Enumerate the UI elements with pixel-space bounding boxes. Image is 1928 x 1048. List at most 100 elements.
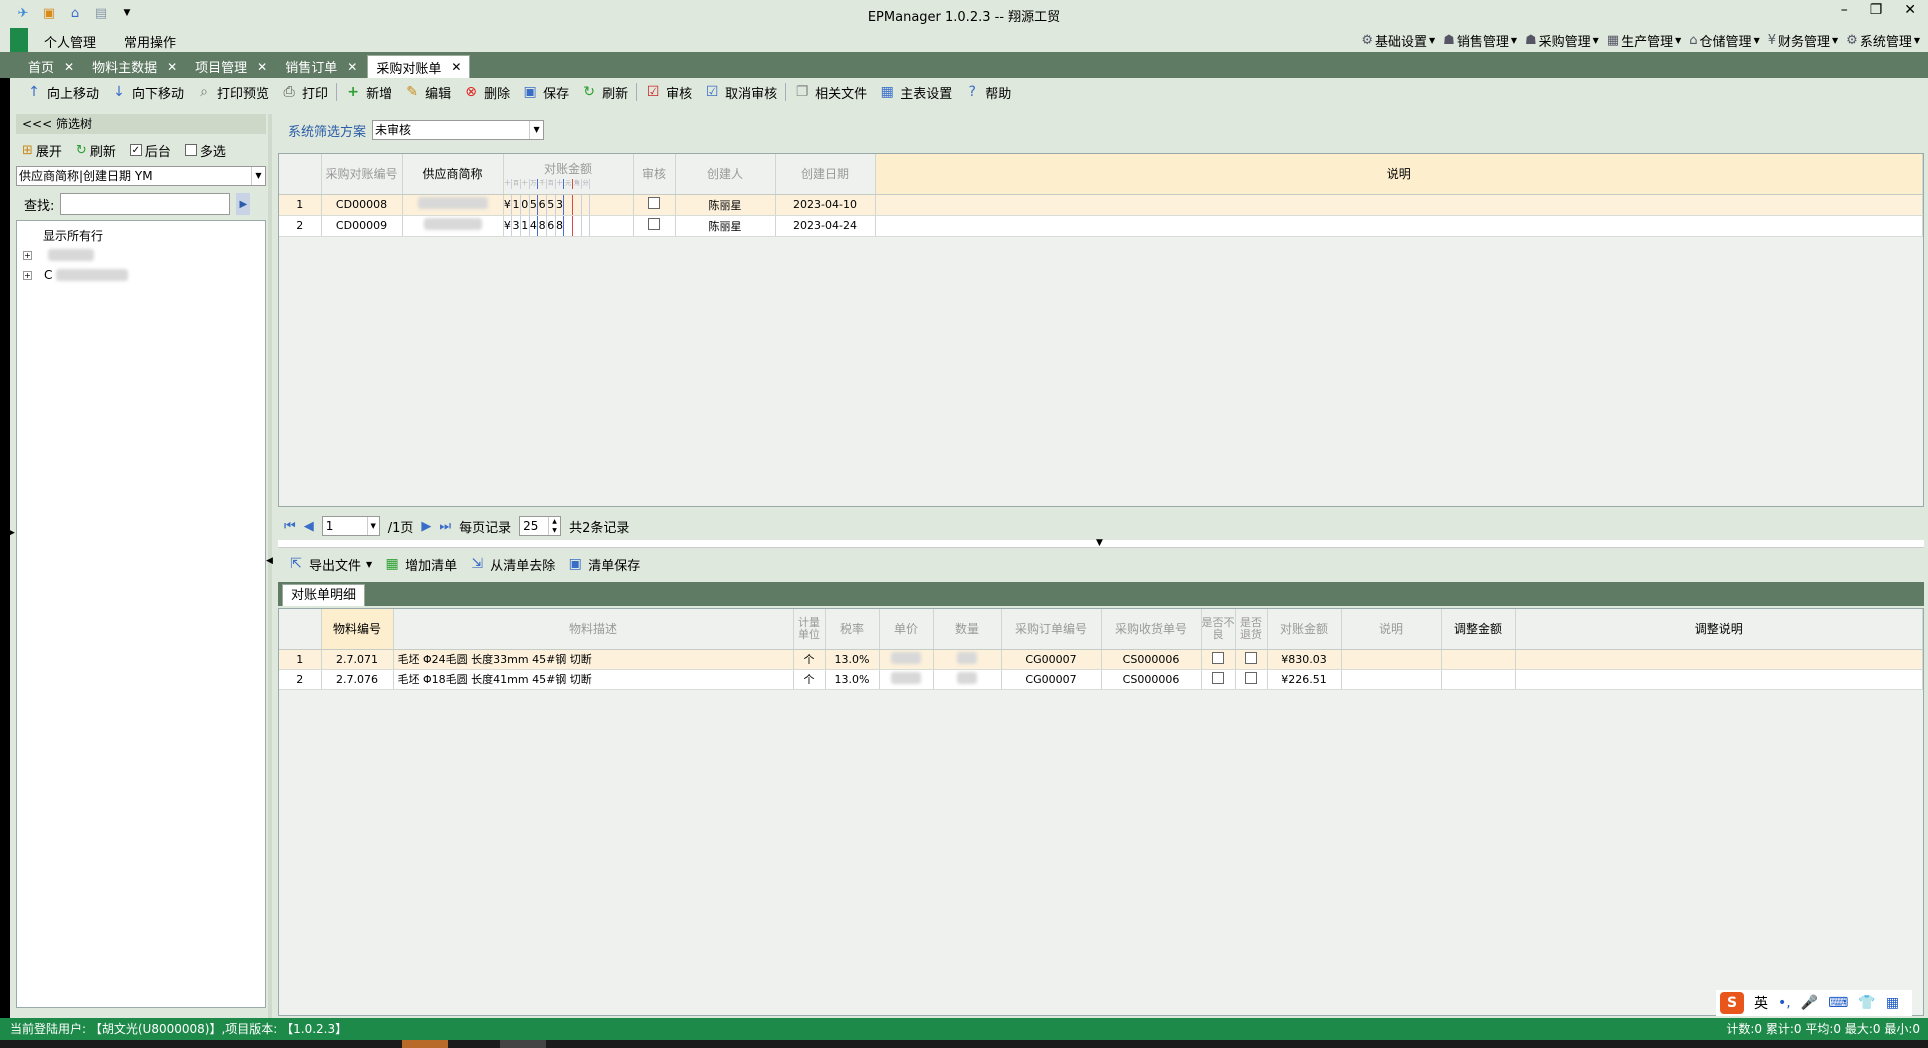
page-number-input[interactable]: 1 ▼ bbox=[321, 516, 380, 536]
cell-supplier[interactable] bbox=[402, 194, 504, 216]
tab-project[interactable]: 项目管理 ✕ bbox=[187, 55, 275, 78]
menu-basic-settings[interactable]: ⚙ 基础设置 ▼ bbox=[1361, 31, 1435, 50]
column-header-date[interactable]: 创建日期 bbox=[775, 154, 876, 195]
cell-defective[interactable] bbox=[1201, 649, 1236, 670]
tree-node[interactable]: + C bbox=[23, 265, 265, 285]
returned-checkbox[interactable] bbox=[1245, 671, 1257, 684]
cell-code[interactable]: 2.7.071 bbox=[321, 649, 394, 670]
add-button[interactable]: + 新增 bbox=[339, 81, 398, 103]
cell-recv-no[interactable]: CS000006 bbox=[1101, 669, 1202, 690]
close-icon[interactable]: ✕ bbox=[451, 60, 461, 74]
cell-returned[interactable] bbox=[1235, 649, 1268, 670]
menu-production[interactable]: ▦ 生产管理 ▼ bbox=[1607, 31, 1681, 50]
cell-tax[interactable]: 13.0% bbox=[825, 649, 880, 670]
cell-date[interactable]: 2023-04-10 bbox=[775, 194, 876, 216]
column-header-unit[interactable]: 计量单位 bbox=[793, 609, 826, 650]
column-header-tax[interactable]: 税率 bbox=[825, 609, 880, 650]
cell-returned[interactable] bbox=[1235, 669, 1268, 690]
column-header-recv-no[interactable]: 采购收货单号 bbox=[1101, 609, 1202, 650]
move-down-button[interactable]: ↓ 向下移动 bbox=[105, 81, 190, 103]
cell-price[interactable] bbox=[879, 649, 934, 670]
audit-checkbox[interactable] bbox=[648, 197, 660, 209]
menu-purchase[interactable]: ☗ 采购管理 ▼ bbox=[1525, 31, 1599, 50]
tab-purchase-statement[interactable]: 采购对账单 ✕ bbox=[367, 55, 471, 78]
chevron-down-icon[interactable]: ▼ bbox=[251, 167, 265, 185]
table-row[interactable]: 1 CD00008 ¥1 0 5 6 5 3 陈丽星 2023-04-10 bbox=[279, 194, 1923, 216]
cancel-audit-button[interactable]: ☑ 取消审核 bbox=[698, 81, 783, 103]
column-header-creator[interactable]: 创建人 bbox=[675, 154, 776, 195]
cell-date[interactable]: 2023-04-24 bbox=[775, 215, 876, 237]
multi-select-checkbox[interactable]: 多选 bbox=[184, 141, 226, 160]
save-button[interactable]: ▣ 保存 bbox=[516, 81, 575, 103]
move-up-button[interactable]: ↑ 向上移动 bbox=[20, 81, 105, 103]
column-header-qty[interactable]: 数量 bbox=[933, 609, 1002, 650]
cell-note[interactable] bbox=[875, 215, 1923, 237]
cell-note[interactable] bbox=[1341, 669, 1442, 690]
defective-checkbox[interactable] bbox=[1212, 671, 1224, 684]
punctuation-icon[interactable]: •, bbox=[1778, 995, 1791, 1011]
cell-recv-no[interactable]: CS000006 bbox=[1101, 649, 1202, 670]
expand-button[interactable]: ⊞ 展开 bbox=[22, 141, 62, 160]
cell-supplier[interactable] bbox=[402, 215, 504, 237]
close-button[interactable]: ✕ bbox=[1904, 2, 1916, 18]
refresh-button[interactable]: ↻ 刷新 bbox=[575, 81, 634, 103]
spinner-icon[interactable]: ▲ ▼ bbox=[548, 517, 560, 535]
cell-creator[interactable]: 陈丽星 bbox=[675, 215, 776, 237]
expand-plus-icon[interactable]: + bbox=[23, 270, 32, 280]
column-header-defective[interactable]: 是否不良 bbox=[1201, 609, 1236, 650]
save-list-button[interactable]: ▣ 清单保存 bbox=[561, 553, 646, 575]
first-page-icon[interactable]: ⏮ bbox=[284, 519, 296, 534]
cell-price[interactable] bbox=[879, 669, 934, 690]
help-button[interactable]: ? 帮助 bbox=[958, 81, 1017, 103]
audit-checkbox[interactable] bbox=[648, 218, 660, 230]
taskbar-item[interactable] bbox=[402, 1040, 448, 1048]
cell-adj-note[interactable] bbox=[1515, 649, 1923, 670]
menu-sales[interactable]: ☗ 销售管理 ▼ bbox=[1443, 31, 1517, 50]
tree-refresh-button[interactable]: ↻ 刷新 bbox=[76, 141, 116, 160]
grouping-select[interactable]: 供应商简称|创建日期 YM ▼ bbox=[16, 166, 266, 186]
cell-code[interactable]: 2.7.076 bbox=[321, 669, 394, 690]
column-header-desc[interactable]: 物料描述 bbox=[393, 609, 794, 650]
column-header-audited[interactable]: 审核 bbox=[633, 154, 676, 195]
expand-right-icon[interactable]: ▶ bbox=[8, 528, 15, 538]
next-page-icon[interactable]: ▶ bbox=[421, 519, 431, 534]
cell-qty[interactable] bbox=[933, 649, 1002, 670]
cell-no[interactable]: CD00008 bbox=[321, 194, 403, 216]
cell-amount[interactable]: ¥3 1 4 8 6 8 bbox=[503, 215, 634, 237]
filter-scheme-select[interactable]: 未审核 ▼ bbox=[372, 120, 545, 140]
chevron-down-icon[interactable]: ▼ bbox=[366, 517, 379, 535]
menu-common[interactable]: 常用操作 bbox=[124, 32, 176, 51]
tab-sales-order[interactable]: 销售订单 ✕ bbox=[277, 55, 365, 78]
cell-adj-note[interactable] bbox=[1515, 669, 1923, 690]
delete-button[interactable]: ⊗ 删除 bbox=[457, 81, 516, 103]
column-header-order-no[interactable]: 采购订单编号 bbox=[1001, 609, 1102, 650]
edit-button[interactable]: ✎ 编辑 bbox=[398, 81, 457, 103]
cell-amount[interactable]: ¥830.03 bbox=[1267, 649, 1342, 670]
cell-desc[interactable]: 毛坯 Φ24毛圆 长度33mm 45#钢 切断 bbox=[393, 649, 794, 670]
column-header-returned[interactable]: 是否退货 bbox=[1235, 609, 1268, 650]
print-button[interactable]: ⎙ 打印 bbox=[275, 81, 334, 103]
close-icon[interactable]: ✕ bbox=[257, 60, 267, 74]
cell-creator[interactable]: 陈丽星 bbox=[675, 194, 776, 216]
close-icon[interactable]: ✕ bbox=[347, 60, 357, 74]
cell-desc[interactable]: 毛坯 Φ18毛圆 长度41mm 45#钢 切断 bbox=[393, 669, 794, 690]
find-go-icon[interactable]: ▶ bbox=[236, 193, 251, 215]
column-header-amount[interactable]: 对账金额 十百十万千百十元角分 bbox=[503, 154, 634, 195]
expand-plus-icon[interactable]: + bbox=[23, 250, 32, 260]
cell-order-no[interactable]: CG00007 bbox=[1001, 649, 1102, 670]
column-header-adj-amount[interactable]: 调整金额 bbox=[1441, 609, 1516, 650]
tree-node[interactable]: + bbox=[23, 245, 265, 265]
column-header-no[interactable]: 采购对账编号 bbox=[321, 154, 403, 195]
tab-home[interactable]: 首页 ✕ bbox=[20, 55, 82, 78]
ime-language[interactable]: 英 bbox=[1754, 993, 1768, 1013]
per-page-input[interactable]: 25 ▲ ▼ bbox=[519, 516, 562, 536]
collapse-down-icon[interactable]: ▼ bbox=[1096, 538, 1103, 548]
backend-checkbox[interactable]: ✓ 后台 bbox=[129, 141, 171, 160]
export-button[interactable]: ⇱ 导出文件 ▼ bbox=[282, 553, 378, 575]
cell-adj-amount[interactable] bbox=[1441, 669, 1516, 690]
tab-material-master[interactable]: 物料主数据 ✕ bbox=[84, 55, 185, 78]
menu-system[interactable]: ⚙ 系统管理 ▼ bbox=[1846, 31, 1920, 50]
microphone-icon[interactable]: 🎤 bbox=[1801, 995, 1818, 1011]
table-row[interactable]: 1 2.7.071 毛坯 Φ24毛圆 长度33mm 45#钢 切断 个 13.0… bbox=[279, 649, 1923, 670]
table-row[interactable]: 2 CD00009 ¥3 1 4 8 6 8 陈丽星 2023-04-24 bbox=[279, 215, 1923, 237]
